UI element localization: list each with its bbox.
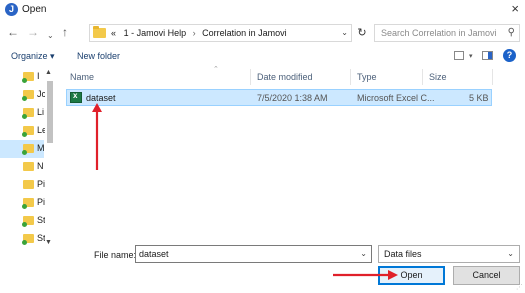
annotation-arrow-right <box>333 270 398 280</box>
annotation-arrow-up <box>92 103 102 170</box>
annotation-overlay <box>92 103 398 280</box>
